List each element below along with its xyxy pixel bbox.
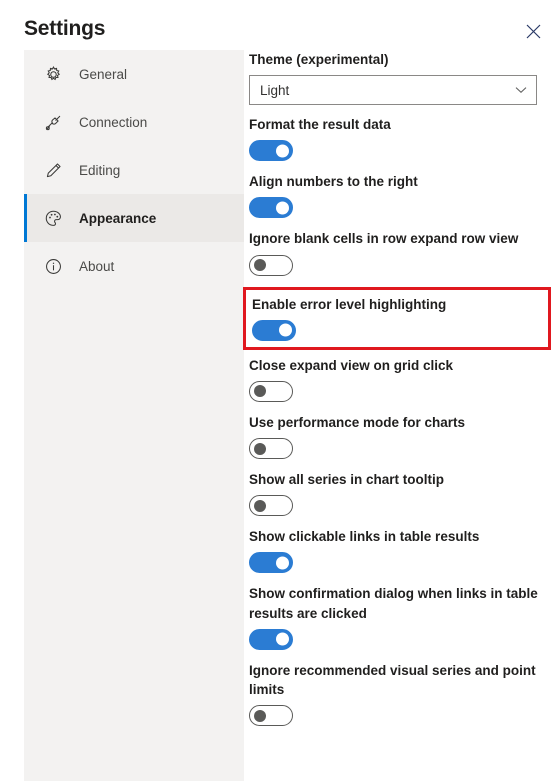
sidebar-item-editing[interactable]: Editing — [24, 146, 244, 194]
toggle-knob — [276, 144, 289, 158]
setting-toggle[interactable] — [249, 438, 293, 460]
toggle-knob — [254, 499, 266, 512]
chevron-down-icon — [515, 86, 527, 94]
toggle-knob — [254, 442, 266, 455]
info-icon — [41, 257, 65, 276]
setting-ignore-blank-cells: Ignore blank cells in row expand row vie… — [249, 229, 545, 276]
setting-toggle[interactable] — [249, 197, 293, 219]
theme-select-value: Light — [260, 82, 290, 98]
plug-icon — [41, 113, 65, 132]
setting-show-all-series-tooltip: Show all series in chart tooltip — [249, 470, 545, 517]
setting-label: Ignore recommended visual series and poi… — [249, 662, 536, 697]
toggle-knob — [254, 709, 266, 722]
sidebar-item-label: About — [79, 258, 115, 274]
dialog-header: Settings — [0, 0, 560, 50]
toggle-knob — [279, 323, 292, 337]
theme-select[interactable]: Light — [249, 75, 537, 106]
toggle-knob — [276, 556, 289, 570]
setting-toggle[interactable] — [249, 705, 293, 727]
close-icon — [526, 24, 541, 39]
toggle-knob — [276, 632, 289, 646]
setting-ignore-visual-limits: Ignore recommended visual series and poi… — [249, 661, 545, 727]
sidebar-item-connection[interactable]: Connection — [24, 98, 244, 146]
setting-align-numbers-right: Align numbers to the right — [249, 172, 545, 219]
sidebar-item-label: Editing — [79, 162, 121, 178]
sidebar: General Connection Editing Appearance Ab… — [24, 50, 244, 781]
settings-dialog: Settings General Connection Editing Appe… — [0, 0, 560, 781]
setting-toggle[interactable] — [249, 495, 293, 517]
sidebar-item-label: Appearance — [79, 210, 157, 226]
setting-toggle[interactable] — [249, 380, 293, 402]
setting-label: Use performance mode for charts — [249, 414, 466, 430]
setting-label: Show clickable links in table results — [249, 529, 480, 545]
setting-toggle[interactable] — [252, 319, 296, 341]
setting-label: Format the result data — [249, 117, 391, 133]
setting-toggle[interactable] — [249, 552, 293, 574]
setting-label: Enable error level highlighting — [252, 296, 447, 312]
gear-icon — [41, 65, 65, 84]
sidebar-item-label: Connection — [79, 114, 148, 130]
palette-icon — [41, 209, 65, 228]
close-button[interactable] — [516, 14, 550, 48]
sidebar-item-label: General — [79, 66, 128, 82]
setting-label: Align numbers to the right — [249, 174, 418, 190]
setting-toggle[interactable] — [249, 628, 293, 650]
setting-label: Close expand view on grid click — [249, 357, 454, 373]
sidebar-item-general[interactable]: General — [24, 50, 244, 98]
setting-label: Ignore blank cells in row expand row vie… — [249, 231, 519, 247]
setting-format-result-data: Format the result data — [249, 115, 545, 162]
sidebar-item-appearance[interactable]: Appearance — [24, 194, 244, 242]
toggle-knob — [276, 201, 289, 215]
toggle-knob — [254, 259, 266, 272]
toggle-knob — [254, 385, 266, 398]
setting-label: Show confirmation dialog when links in t… — [249, 586, 538, 621]
settings-panel: Theme (experimental) Light Format the re… — [243, 50, 551, 781]
theme-label: Theme (experimental) — [249, 52, 389, 67]
setting-close-expand-view: Close expand view on grid click — [249, 356, 545, 402]
setting-confirmation-dialog-links: Show confirmation dialog when links in t… — [249, 584, 545, 650]
page-title: Settings — [24, 17, 106, 40]
setting-label: Show all series in chart tooltip — [249, 472, 445, 488]
selection-accent-bar — [24, 194, 27, 242]
setting-clickable-links: Show clickable links in table results — [249, 527, 545, 574]
setting-toggle[interactable] — [249, 254, 293, 276]
setting-performance-mode-charts: Use performance mode for charts — [249, 413, 545, 460]
theme-field: Theme (experimental) Light — [249, 50, 545, 106]
pencil-icon — [41, 161, 65, 180]
sidebar-item-about[interactable]: About — [24, 242, 244, 290]
setting-enable-error-level-highlighting: Enable error level highlighting — [243, 286, 551, 350]
setting-toggle[interactable] — [249, 140, 293, 162]
